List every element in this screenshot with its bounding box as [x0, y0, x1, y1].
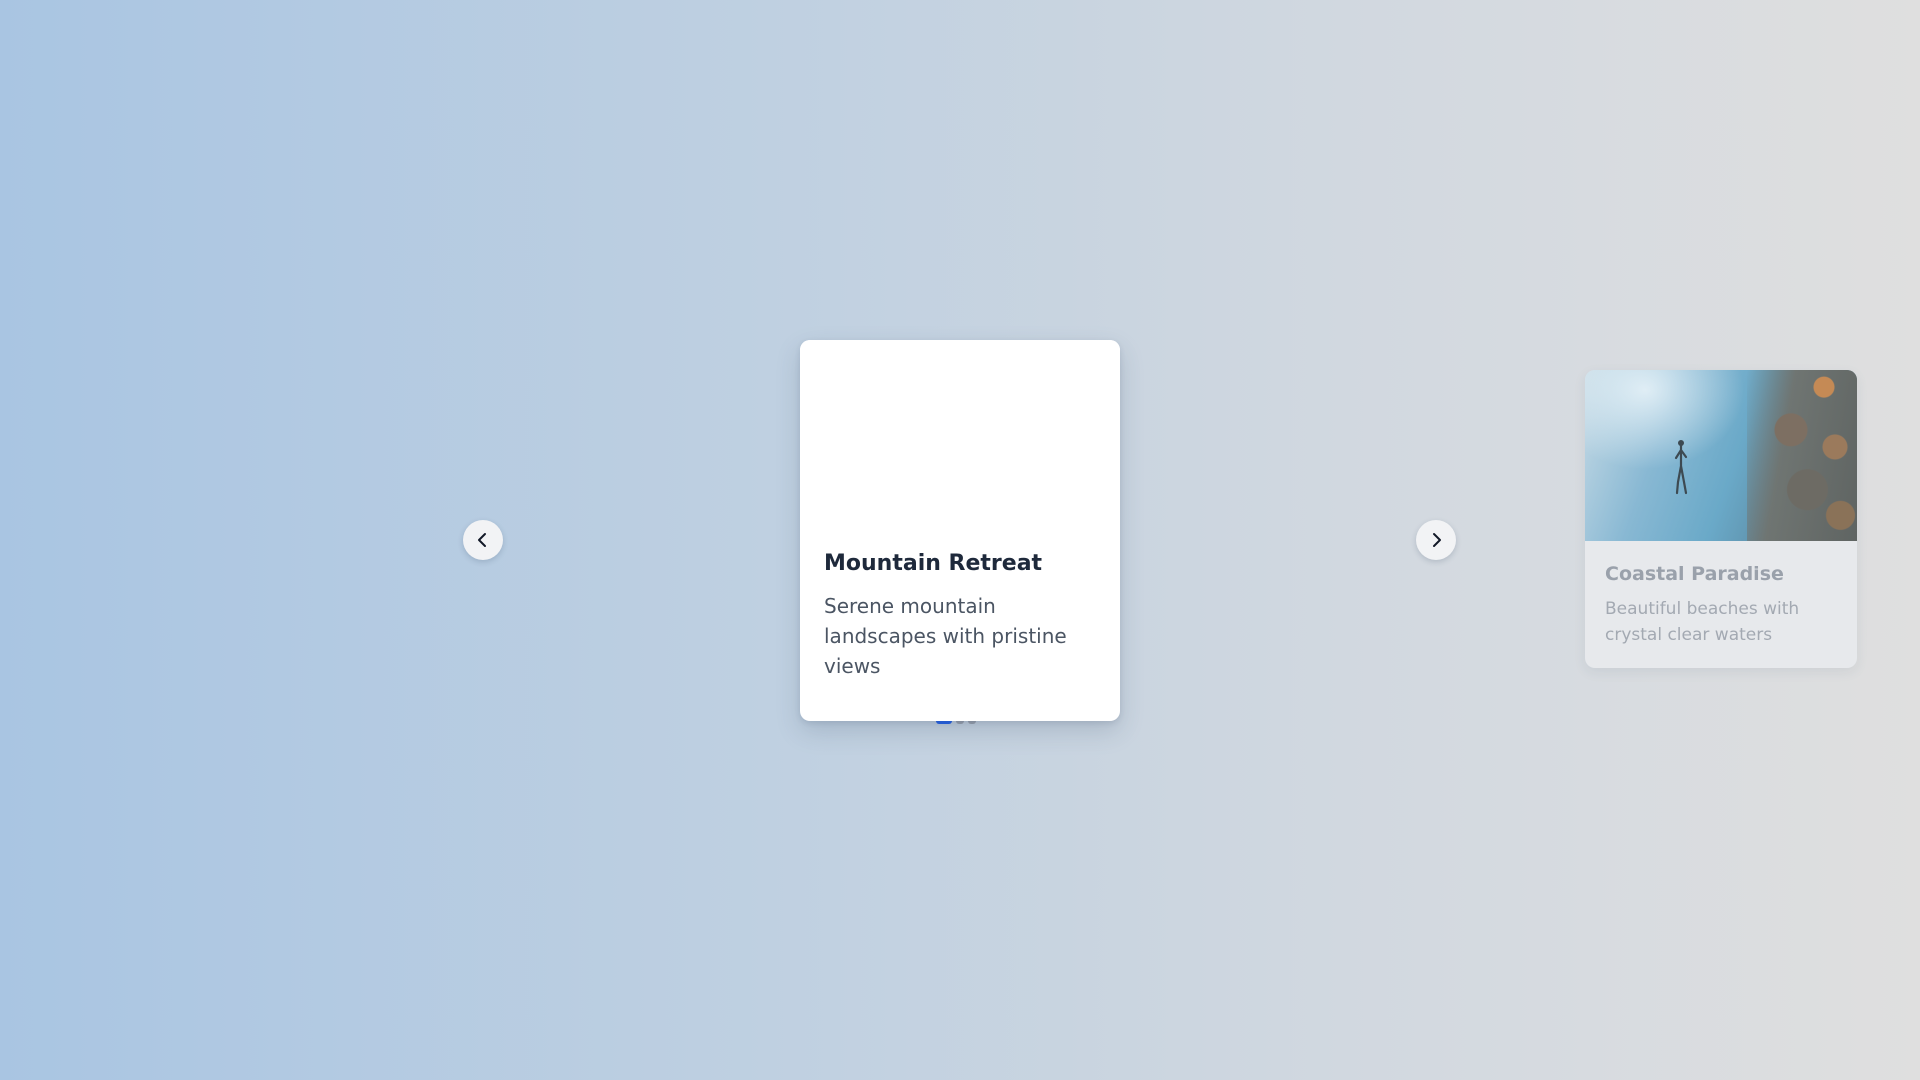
card-title: Coastal Paradise — [1605, 563, 1784, 585]
card-title: Mountain Retreat — [824, 551, 1043, 576]
prev-button[interactable] — [463, 520, 503, 560]
carousel-card-next[interactable]: Coastal Paradise Beautiful beaches with … — [1585, 370, 1857, 668]
chevron-right-icon — [1433, 533, 1441, 547]
diver-figure — [1674, 440, 1688, 495]
next-button[interactable] — [1416, 520, 1456, 560]
light-glow — [1585, 370, 1745, 470]
coral-reef — [1747, 370, 1857, 541]
chevron-left-icon — [478, 533, 486, 547]
carousel-stage: Mountain Retreat Serene mountain landsca… — [0, 0, 1920, 1080]
carousel-card-active[interactable]: Mountain Retreat Serene mountain landsca… — [800, 340, 1120, 721]
card-image — [800, 340, 1120, 550]
card-description: Serene mountain landscapes with pristine… — [824, 593, 1067, 678]
card-image-underwater — [1585, 370, 1857, 541]
card-description: Beautiful beaches with crystal clear wat… — [1605, 599, 1800, 645]
